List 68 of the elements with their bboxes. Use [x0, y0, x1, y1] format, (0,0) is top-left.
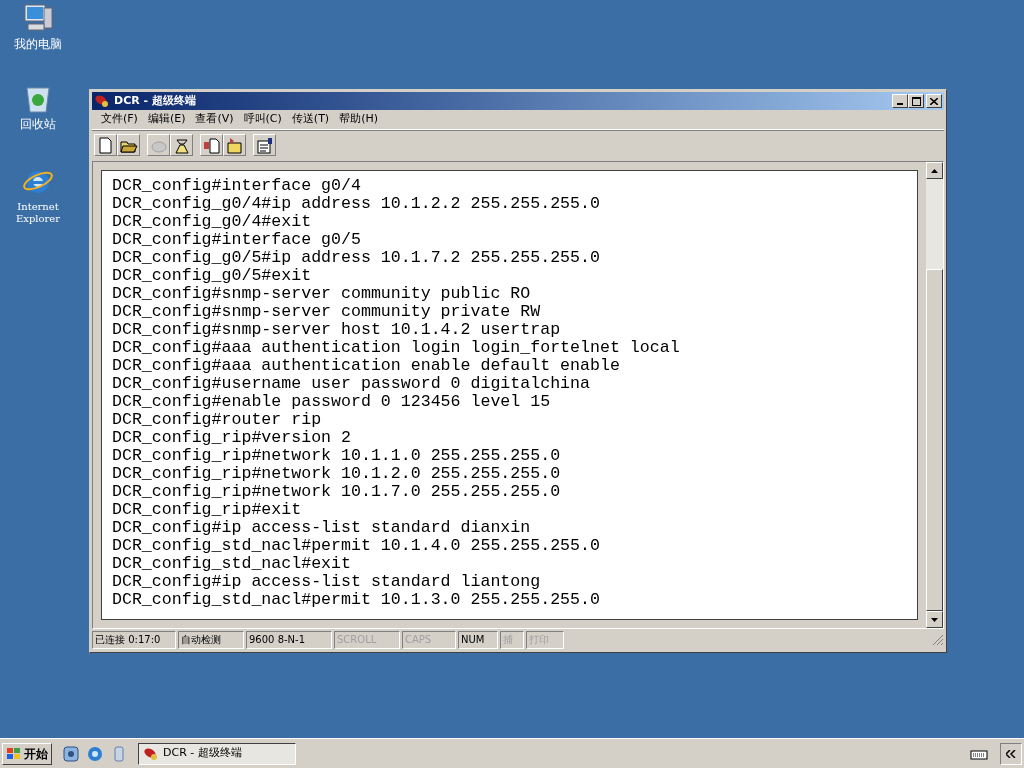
toolbar-button[interactable] — [223, 134, 246, 156]
menu-item[interactable]: 传送(T) — [286, 111, 335, 128]
scroll-thumb[interactable] — [926, 269, 943, 611]
menu-item[interactable]: 呼叫(C) — [238, 111, 287, 128]
resize-grip-icon — [932, 634, 944, 646]
terminal-line: DCR_config#ip access-list standard dianxin — [112, 519, 531, 537]
status-field: 已连接 0:17:0 — [92, 631, 176, 649]
desktop-icon-label[interactable]: Internet Explorer — [0, 201, 76, 225]
terminal-line: DCR_config#ip access-list standard liantong — [112, 573, 541, 591]
double-chevron-icon — [1006, 749, 1016, 758]
windows-logo-icon — [6, 746, 22, 761]
start-button[interactable]: 开始 — [2, 742, 52, 765]
status-field: 9600 8-N-1 — [246, 631, 332, 649]
desktop-icon[interactable] — [62, 744, 80, 763]
folder-icon — [225, 135, 244, 155]
terminal-line: DCR_config#snmp-server community private RW — [112, 303, 541, 321]
terminal-line: DCR_config#interface g0/4 — [112, 177, 361, 195]
terminal-line: DCR_config#username user password 0 digitalchina — [112, 375, 590, 393]
terminal-line: DCR_config_rip#version 2 — [112, 429, 351, 447]
window-title: DCR - 超级终端 — [114, 92, 197, 109]
taskbar-button[interactable]: DCR - 超级终端 — [138, 742, 296, 765]
scroll-up-button[interactable] — [926, 162, 943, 179]
terminal-line: DCR_config#snmp-server host 10.1.4.2 usertrap — [112, 321, 561, 339]
menu-item[interactable]: 文件(F) — [96, 111, 143, 128]
close-button[interactable] — [926, 94, 942, 108]
menu-item[interactable]: 编辑(E) — [142, 111, 191, 128]
toolbar-button[interactable] — [94, 134, 117, 156]
menu-item[interactable]: 帮助(H) — [334, 111, 383, 128]
terminal-line: DCR_config_rip#network 10.1.7.0 255.255.255.0 — [112, 483, 561, 501]
desktop-icon-label[interactable]: 我的电脑 — [14, 38, 62, 50]
toolbar-button[interactable] — [117, 134, 140, 156]
terminal-line: DCR_config#aaa authentication enable default enable — [112, 357, 620, 375]
terminal-line: DCR_config_g0/4#exit — [112, 213, 312, 231]
minimize-button[interactable] — [892, 94, 908, 108]
toolbar-button[interactable] — [200, 134, 223, 156]
terminal-line: DCR_config_g0/4#ip address 10.1.2.2 255.255.255.0 — [112, 195, 600, 213]
maximize-button[interactable] — [908, 94, 924, 108]
terminal-line: DCR_config#enable password 0 123456 level 15 — [112, 393, 551, 411]
keyboard-icon[interactable] — [970, 747, 988, 760]
terminal-line: DCR_config_rip#network 10.1.1.0 255.255.255.0 — [112, 447, 561, 465]
desktop-icon-label[interactable]: 回收站 — [20, 118, 56, 130]
terminal-line: DCR_config_rip#network 10.1.2.0 255.255.255.0 — [112, 465, 561, 483]
terminal-line: DCR_config#aaa authentication login login_fortelnet local — [112, 339, 680, 357]
terminal-line: DCR_config#snmp-server community public RO — [112, 285, 531, 303]
scrollbar[interactable] — [926, 162, 943, 628]
terminal-line: DCR_config_g0/5#ip address 10.1.7.2 255.255.255.0 — [112, 249, 600, 267]
page-icon — [202, 135, 221, 155]
menu-item[interactable]: 查看(V) — [190, 111, 239, 128]
terminal-line: DCR_config#interface g0/5 — [112, 231, 361, 249]
up-arrow-icon — [931, 168, 938, 173]
computer-icon — [22, 2, 54, 34]
terminal-line: DCR_config_rip#exit — [112, 501, 302, 519]
blank-page-icon — [96, 135, 115, 155]
terminal-line: DCR_config_std_nacl#permit 10.1.3.0 255.255.255.0 — [112, 591, 600, 609]
close-icon — [930, 97, 938, 105]
scroll-down-button[interactable] — [926, 611, 943, 628]
status-field: NUM — [458, 631, 498, 649]
status-field: 自动检测 — [178, 631, 244, 649]
terminal-line: DCR_config_std_nacl#exit — [112, 555, 351, 573]
expand-tray-button[interactable] — [1000, 742, 1022, 765]
terminal-line: DCR_config_std_nacl#permit 10.1.4.0 255.255.255.0 — [112, 537, 600, 555]
toolbar-button[interactable] — [253, 134, 276, 156]
properties-icon — [255, 135, 274, 155]
maximize-icon — [911, 96, 921, 106]
browser-e-icon[interactable] — [86, 744, 104, 763]
down-arrow-icon — [931, 617, 938, 622]
terminal-line: DCR_config_g0/5#exit — [112, 267, 312, 285]
terminal-line: DCR_config#router rip — [112, 411, 322, 429]
